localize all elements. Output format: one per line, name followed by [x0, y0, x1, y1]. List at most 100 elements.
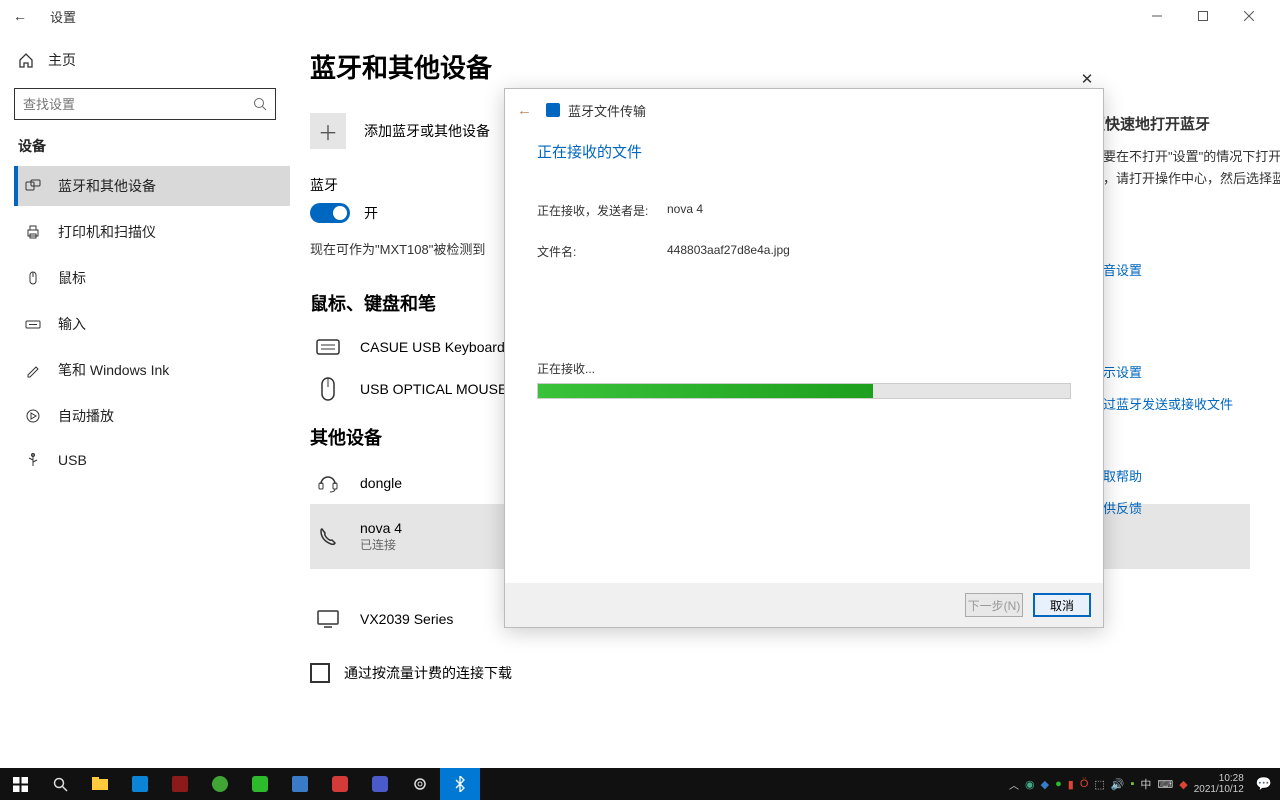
metered-label: 通过按流量计费的连接下载	[344, 663, 512, 683]
help-heading: 更快速地打开蓝牙	[1090, 112, 1280, 138]
nav-pen[interactable]: 笔和 Windows Ink	[14, 350, 290, 390]
time: 10:28	[1194, 773, 1244, 784]
ime-indicator[interactable]: 中	[1140, 776, 1151, 792]
app-icon[interactable]	[280, 768, 320, 800]
clock[interactable]: 10:28 2021/10/12	[1194, 773, 1244, 795]
search-taskbar-icon[interactable]	[40, 768, 80, 800]
phone-icon	[314, 526, 342, 548]
home-icon	[18, 52, 34, 68]
printer-icon	[24, 224, 42, 240]
wechat-icon[interactable]	[240, 768, 280, 800]
usb-icon	[24, 452, 42, 468]
help-body: 若要在不打开"设置"的情况下打开或关闭蓝牙，请打开操作中心，然后选择蓝牙图标。	[1090, 146, 1280, 190]
device-name: dongle	[360, 475, 402, 491]
device-name: USB OPTICAL MOUSE	[360, 381, 507, 397]
nav-mouse[interactable]: 鼠标	[14, 258, 290, 298]
nav-label: USB	[58, 452, 87, 468]
nav-typing[interactable]: 输入	[14, 304, 290, 344]
back-button[interactable]: ←	[8, 8, 32, 24]
keyboard-icon	[314, 338, 342, 356]
next-button: 下一步(N)	[965, 593, 1023, 617]
file-value: 448803aaf27d8e4a.jpg	[667, 243, 790, 260]
nav-label: 自动播放	[58, 406, 114, 426]
minimize-button[interactable]	[1134, 0, 1180, 32]
system-tray[interactable]: ◉ ◆ ● ▮ Ö ⬚ 🔊 ▪ 中 ⌨ ◆	[1025, 776, 1188, 792]
monitor-icon	[314, 609, 342, 629]
app-icon[interactable]	[160, 768, 200, 800]
tray-chevron-icon[interactable]: ︿	[1009, 777, 1019, 792]
help-link[interactable]: 获取帮助	[1090, 466, 1280, 488]
bluetooth-toggle[interactable]	[310, 203, 350, 223]
progress-fill	[538, 384, 873, 398]
keyboard-icon	[24, 316, 42, 332]
tray-icon[interactable]: Ö	[1080, 778, 1089, 790]
volume-icon[interactable]: 🔊	[1111, 778, 1125, 791]
nav-label: 蓝牙和其他设备	[58, 176, 156, 196]
tray-icon[interactable]: ▪	[1130, 778, 1134, 790]
network-icon[interactable]: ⬚	[1094, 778, 1104, 791]
tray-icon[interactable]: ⌨	[1157, 778, 1173, 791]
plus-icon: ＋	[310, 113, 346, 149]
app-icon[interactable]	[200, 768, 240, 800]
device-name: VX2039 Series	[360, 611, 453, 627]
nav-label: 笔和 Windows Ink	[58, 360, 169, 380]
receiving-label: 正在接收...	[537, 360, 1071, 377]
device-name: nova 4	[360, 520, 402, 536]
dialog-back-button[interactable]: ←	[517, 102, 532, 119]
app-icon[interactable]	[120, 768, 160, 800]
device-status: 已连接	[360, 536, 402, 553]
settings-taskbar-icon[interactable]	[400, 768, 440, 800]
maximize-button[interactable]	[1180, 0, 1226, 32]
bluetooth-taskbar-icon[interactable]	[440, 768, 480, 800]
nav-printers[interactable]: 打印机和扫描仪	[14, 212, 290, 252]
search-icon	[253, 97, 267, 111]
mouse-icon	[24, 270, 42, 286]
app-icon[interactable]	[360, 768, 400, 800]
start-button[interactable]	[0, 768, 40, 800]
search-input[interactable]	[23, 97, 253, 112]
mouse-icon	[314, 376, 342, 402]
app-icon[interactable]	[320, 768, 360, 800]
help-link[interactable]: 通过蓝牙发送或接收文件	[1090, 394, 1280, 416]
metered-checkbox-row[interactable]: 通过按流量计费的连接下载	[310, 663, 1250, 683]
add-device-label: 添加蓝牙或其他设备	[364, 121, 490, 141]
dialog-heading: 正在接收的文件	[537, 141, 1071, 162]
explorer-icon[interactable]	[80, 768, 120, 800]
taskbar: ︿ ◉ ◆ ● ▮ Ö ⬚ 🔊 ▪ 中 ⌨ ◆ 10:28 2021/10/12…	[0, 768, 1280, 800]
bluetooth-transfer-dialog: ✕ ← 蓝牙文件传输 正在接收的文件 正在接收，发送者是: nova 4 文件名…	[504, 88, 1104, 628]
nav-label: 打印机和扫描仪	[58, 222, 156, 242]
home-link[interactable]: 主页	[14, 42, 290, 78]
dialog-close-button[interactable]: ✕	[1077, 69, 1097, 89]
pen-icon	[24, 362, 42, 378]
bluetooth-state: 开	[364, 203, 378, 223]
bluetooth-icon	[546, 103, 560, 117]
nav-bluetooth[interactable]: 蓝牙和其他设备	[14, 166, 290, 206]
cancel-button[interactable]: 取消	[1033, 593, 1091, 617]
bluetooth-device-icon	[24, 178, 42, 194]
tray-icon[interactable]: ◆	[1041, 778, 1049, 791]
search-box[interactable]	[14, 88, 276, 120]
checkbox[interactable]	[310, 663, 330, 683]
sidebar-group-label: 设备	[18, 136, 290, 156]
progress-bar	[537, 383, 1071, 399]
tray-icon[interactable]: ◆	[1179, 778, 1187, 791]
help-panel: 更快速地打开蓝牙 若要在不打开"设置"的情况下打开或关闭蓝牙，请打开操作中心，然…	[1090, 112, 1280, 530]
help-link[interactable]: 提供反馈	[1090, 498, 1280, 520]
dialog-title: 蓝牙文件传输	[568, 101, 1091, 120]
device-name: CASUE USB Keyboard	[360, 339, 505, 355]
help-link[interactable]: 显示设置	[1090, 362, 1280, 384]
page-heading: 蓝牙和其他设备	[310, 48, 1250, 85]
help-link[interactable]: 声音设置	[1090, 260, 1280, 282]
tray-icon[interactable]: ●	[1055, 778, 1062, 790]
sidebar: 主页 设备 蓝牙和其他设备 打印机和扫描仪 鼠标 输入	[0, 32, 290, 768]
tray-icon[interactable]: ▮	[1068, 778, 1074, 791]
notifications-icon[interactable]: 💬	[1256, 776, 1272, 792]
home-label: 主页	[48, 50, 76, 70]
sender-value: nova 4	[667, 202, 703, 219]
tray-icon[interactable]: ◉	[1025, 778, 1035, 791]
date: 2021/10/12	[1194, 784, 1244, 795]
nav-usb[interactable]: USB	[14, 442, 290, 478]
close-button[interactable]	[1226, 0, 1272, 32]
nav-autoplay[interactable]: 自动播放	[14, 396, 290, 436]
nav-label: 鼠标	[58, 268, 86, 288]
